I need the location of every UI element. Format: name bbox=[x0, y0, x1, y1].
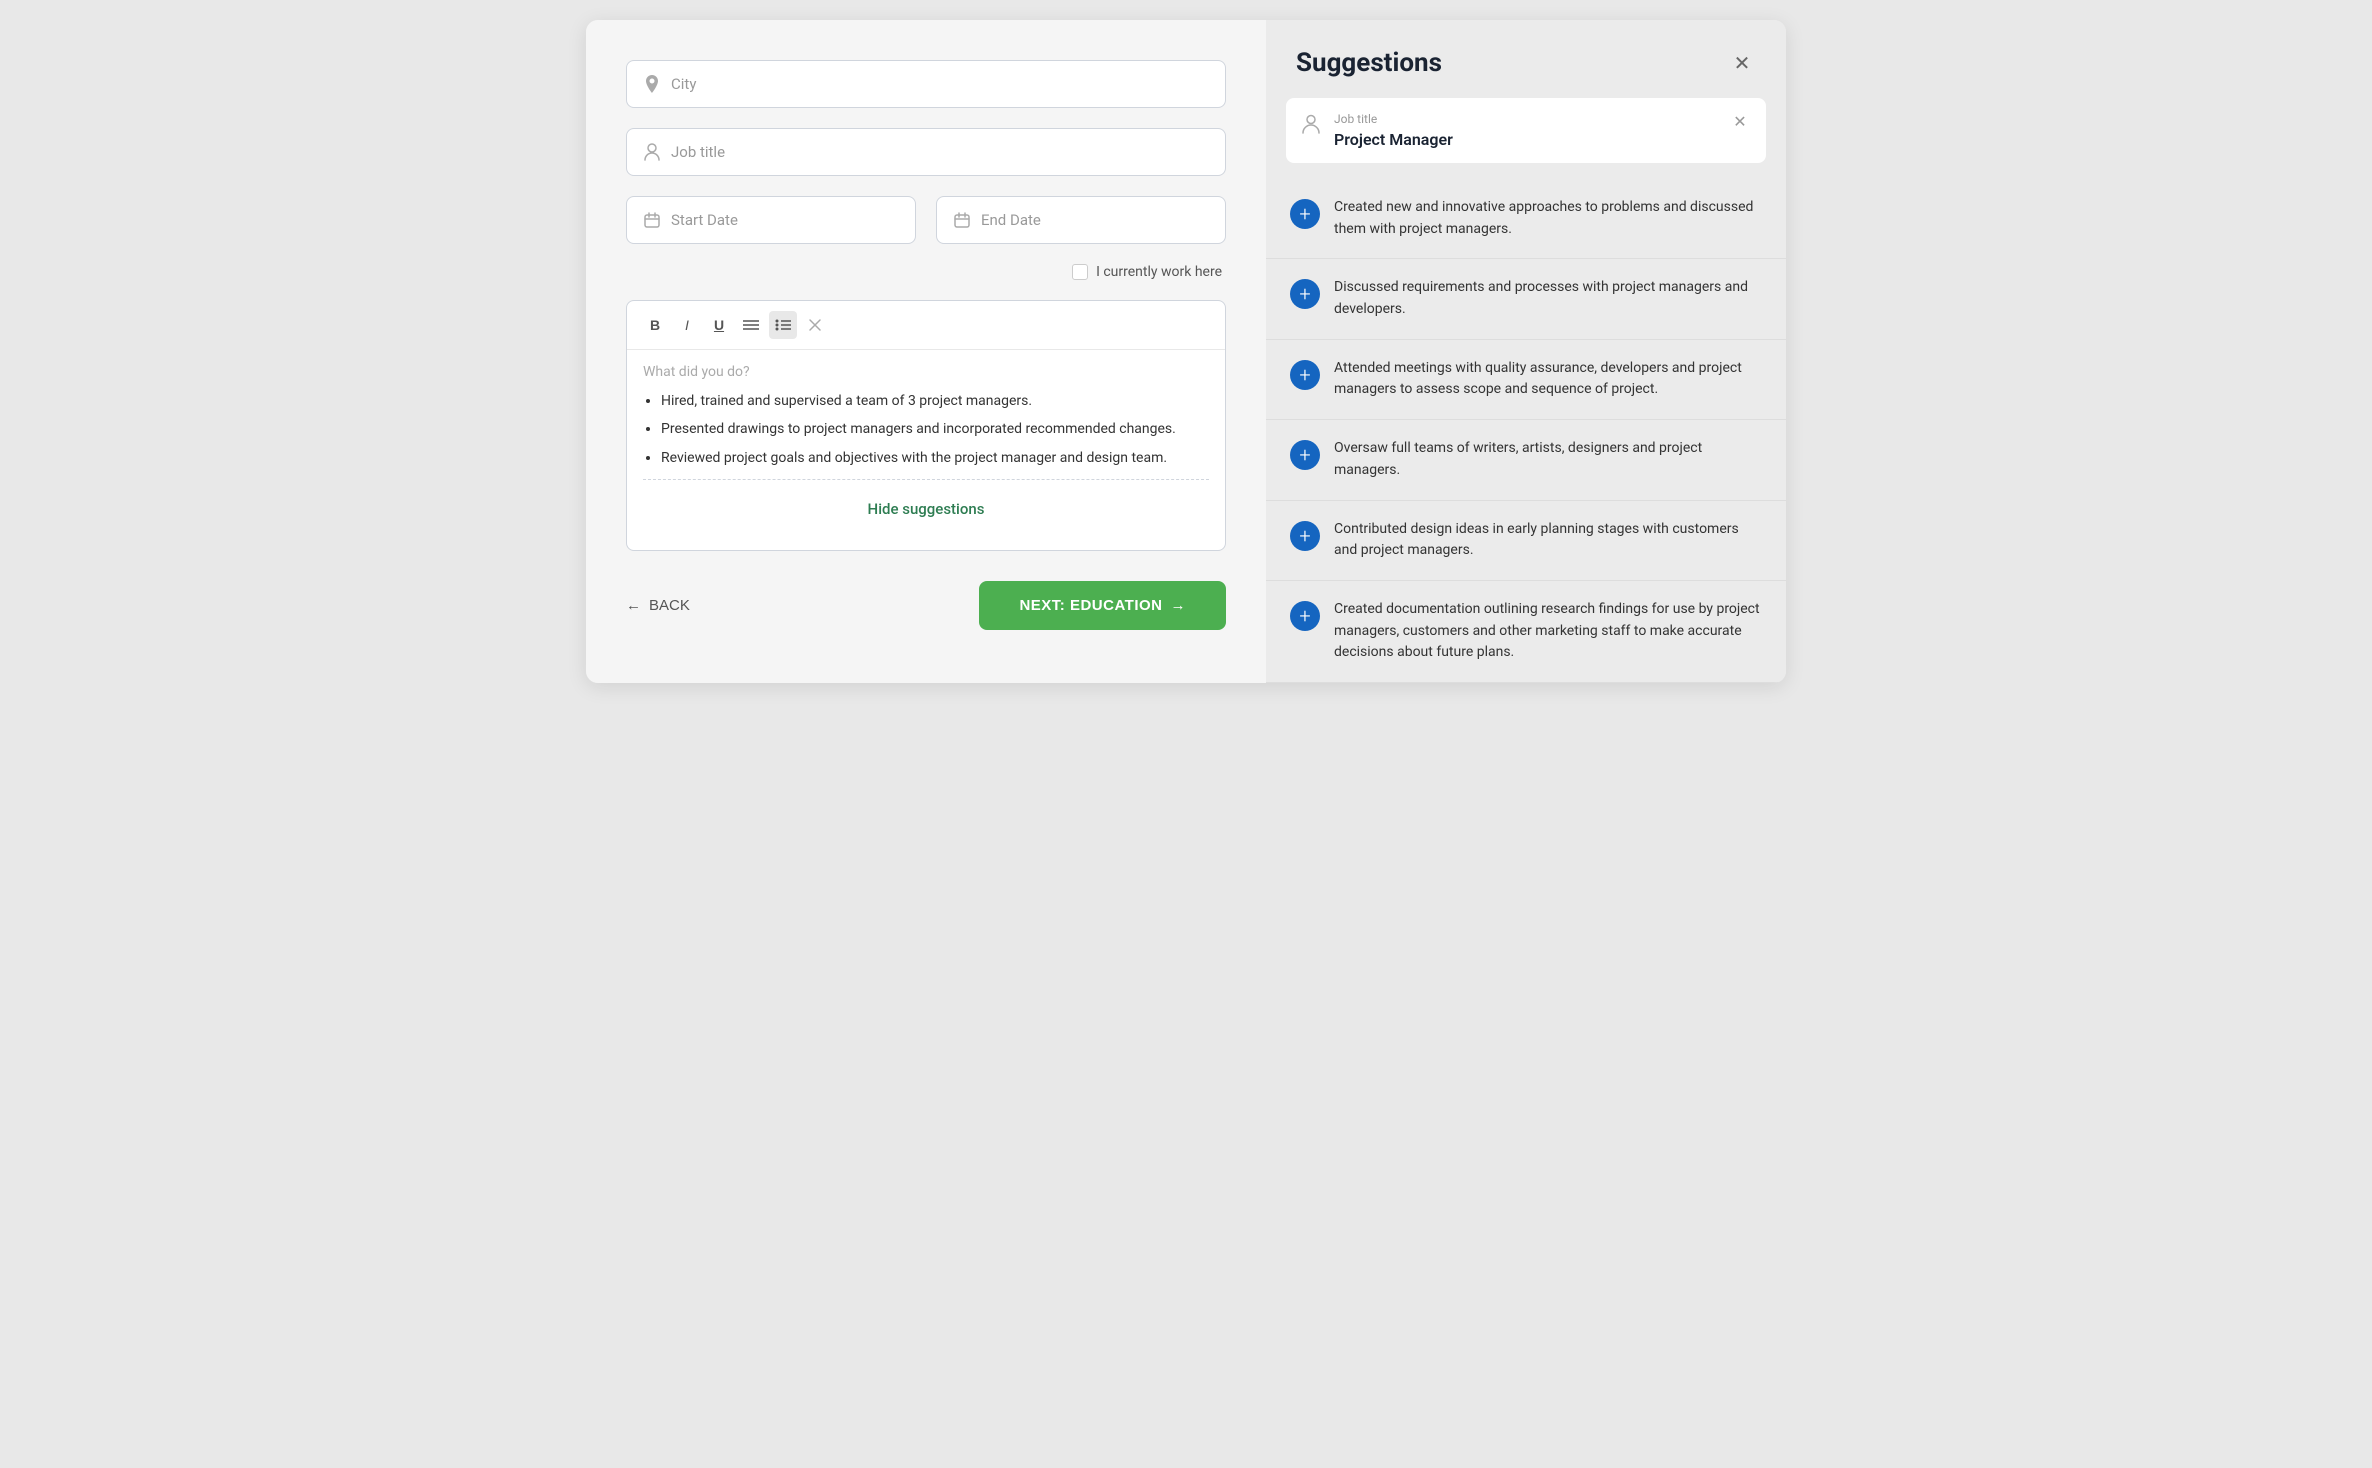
list-button[interactable] bbox=[769, 311, 797, 339]
add-suggestion-button[interactable]: + bbox=[1290, 521, 1320, 551]
editor-body[interactable]: What did you do? Hired, trained and supe… bbox=[627, 350, 1225, 550]
suggestions-list: + Created new and innovative approaches … bbox=[1266, 179, 1786, 683]
page-wrapper: City Job title bbox=[586, 20, 1786, 683]
end-date-placeholder: End Date bbox=[981, 211, 1041, 229]
suggestion-text: Discussed requirements and processes wit… bbox=[1334, 277, 1762, 320]
job-title-placeholder: Job title bbox=[671, 143, 725, 161]
next-label: NEXT: EDUCATION bbox=[1019, 597, 1162, 614]
job-card-content: Job title Project Manager bbox=[1334, 112, 1718, 149]
add-suggestion-button[interactable]: + bbox=[1290, 601, 1320, 631]
suggestions-title: Suggestions bbox=[1296, 48, 1442, 78]
end-date-field[interactable]: End Date bbox=[936, 196, 1226, 244]
italic-button[interactable]: I bbox=[673, 311, 701, 339]
underline-button[interactable]: U bbox=[705, 311, 733, 339]
back-label: BACK bbox=[649, 597, 690, 614]
suggestion-text: Contributed design ideas in early planni… bbox=[1334, 519, 1762, 562]
city-placeholder: City bbox=[671, 75, 696, 93]
editor-placeholder: What did you do? bbox=[643, 364, 1209, 380]
job-card-label: Job title bbox=[1334, 112, 1718, 126]
add-suggestion-button[interactable]: + bbox=[1290, 360, 1320, 390]
back-arrow-icon: ← bbox=[626, 597, 641, 614]
suggestions-close-button[interactable]: ✕ bbox=[1728, 49, 1756, 77]
person-icon bbox=[643, 143, 661, 161]
hide-suggestions-button[interactable]: Hide suggestions bbox=[643, 490, 1209, 528]
clear-format-button[interactable] bbox=[801, 311, 829, 339]
location-icon bbox=[643, 75, 661, 93]
job-title-field[interactable]: Job title bbox=[626, 128, 1226, 176]
suggestion-item[interactable]: + Oversaw full teams of writers, artists… bbox=[1266, 420, 1786, 500]
right-panel: Suggestions ✕ Job title Project Manager … bbox=[1266, 20, 1786, 683]
add-suggestion-button[interactable]: + bbox=[1290, 279, 1320, 309]
job-card-close-button[interactable]: ✕ bbox=[1730, 112, 1750, 132]
start-date-field[interactable]: Start Date bbox=[626, 196, 916, 244]
end-calendar-icon bbox=[953, 211, 971, 229]
suggestion-text: Created documentation outlining research… bbox=[1334, 599, 1762, 664]
align-button[interactable] bbox=[737, 311, 765, 339]
next-arrow-icon: → bbox=[1171, 597, 1187, 614]
city-group: City bbox=[626, 60, 1226, 108]
suggestion-text: Attended meetings with quality assurance… bbox=[1334, 358, 1762, 401]
bullet-item-2: Presented drawings to project managers a… bbox=[661, 418, 1209, 440]
bullet-item-1: Hired, trained and supervised a team of … bbox=[661, 390, 1209, 412]
job-title-card: Job title Project Manager ✕ bbox=[1286, 98, 1766, 163]
next-button[interactable]: NEXT: EDUCATION → bbox=[979, 581, 1226, 630]
bold-button[interactable]: B bbox=[641, 311, 669, 339]
bullet-item-3: Reviewed project goals and objectives wi… bbox=[661, 447, 1209, 469]
add-suggestion-button[interactable]: + bbox=[1290, 440, 1320, 470]
editor-toolbar: B I U bbox=[627, 301, 1225, 350]
start-date-placeholder: Start Date bbox=[671, 211, 738, 229]
suggestion-item[interactable]: + Contributed design ideas in early plan… bbox=[1266, 501, 1786, 581]
nav-row: ← BACK NEXT: EDUCATION → bbox=[626, 581, 1226, 630]
back-button[interactable]: ← BACK bbox=[626, 597, 690, 614]
suggestion-text: Created new and innovative approaches to… bbox=[1334, 197, 1762, 240]
suggestions-header: Suggestions ✕ bbox=[1266, 20, 1786, 98]
current-work-checkbox[interactable] bbox=[1072, 264, 1088, 280]
start-calendar-icon bbox=[643, 211, 661, 229]
suggestion-item[interactable]: + Created documentation outlining resear… bbox=[1266, 581, 1786, 683]
editor-container: B I U bbox=[626, 300, 1226, 551]
editor-bullet-list: Hired, trained and supervised a team of … bbox=[643, 390, 1209, 469]
checkbox-row: I currently work here bbox=[626, 264, 1226, 280]
date-row: Start Date End Date bbox=[626, 196, 1226, 244]
job-card-value: Project Manager bbox=[1334, 130, 1718, 149]
suggestion-item[interactable]: + Created new and innovative approaches … bbox=[1266, 179, 1786, 259]
left-panel: City Job title bbox=[586, 20, 1266, 683]
current-work-label: I currently work here bbox=[1096, 264, 1222, 280]
suggestion-item[interactable]: + Attended meetings with quality assuran… bbox=[1266, 340, 1786, 420]
suggestion-text: Oversaw full teams of writers, artists, … bbox=[1334, 438, 1762, 481]
add-suggestion-button[interactable]: + bbox=[1290, 199, 1320, 229]
suggestion-item[interactable]: + Discussed requirements and processes w… bbox=[1266, 259, 1786, 339]
city-field[interactable]: City bbox=[626, 60, 1226, 108]
job-card-person-icon bbox=[1302, 114, 1322, 134]
job-title-group: Job title bbox=[626, 128, 1226, 176]
editor-content: Hired, trained and supervised a team of … bbox=[643, 390, 1209, 469]
